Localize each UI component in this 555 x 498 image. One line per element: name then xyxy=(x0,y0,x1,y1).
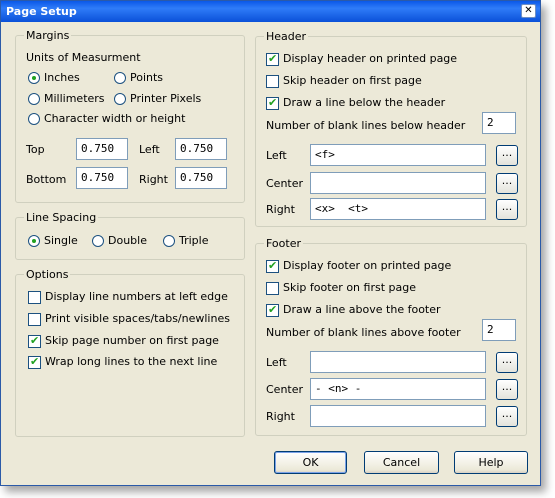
options-legend: Options xyxy=(24,268,71,281)
footer-blank-lines-label: Number of blank lines above footer xyxy=(266,326,461,339)
right-margin-label: Right xyxy=(139,173,168,186)
radio-printer-pixels-label[interactable]: Printer Pixels xyxy=(130,92,201,105)
header-blank-lines-field[interactable]: 2 xyxy=(482,112,516,134)
footer-left-field[interactable] xyxy=(310,351,486,373)
footer-center-label: Center xyxy=(266,383,304,396)
header-left-browse-button[interactable]: ... xyxy=(496,145,518,166)
radio-single-label[interactable]: Single xyxy=(44,234,78,247)
radio-triple[interactable] xyxy=(163,235,175,247)
footer-blank-lines-field[interactable]: 2 xyxy=(482,319,516,341)
checkbox-display-footer[interactable] xyxy=(266,259,279,273)
title-bar[interactable]: Page Setup ✕ xyxy=(1,1,540,22)
header-group: Header Display header on printed page Sk… xyxy=(255,30,527,227)
top-margin-field[interactable]: 0.750 xyxy=(76,138,128,160)
bottom-margin-label: Bottom xyxy=(26,173,67,186)
radio-character-label[interactable]: Character width or height xyxy=(44,112,185,125)
checkbox-visible-spaces-label[interactable]: Print visible spaces/tabs/newlines xyxy=(45,312,230,325)
header-center-browse-button[interactable]: ... xyxy=(496,173,518,194)
checkbox-display-footer-label[interactable]: Display footer on printed page xyxy=(283,259,451,272)
checkbox-header-line-label[interactable]: Draw a line below the header xyxy=(283,96,445,109)
left-margin-label: Left xyxy=(139,143,160,156)
top-margin-label: Top xyxy=(26,143,45,156)
window-title: Page Setup xyxy=(6,5,77,18)
header-left-field[interactable]: <f> xyxy=(310,144,486,166)
margins-legend: Margins xyxy=(24,29,72,42)
options-group: Options Display line numbers at left edg… xyxy=(15,268,245,437)
radio-points-label[interactable]: Points xyxy=(130,71,163,84)
checkbox-visible-spaces[interactable] xyxy=(28,313,41,326)
header-legend: Header xyxy=(264,30,309,43)
header-right-label: Right xyxy=(266,203,295,216)
ok-button[interactable]: OK xyxy=(274,451,347,474)
radio-millimeters[interactable] xyxy=(28,93,40,105)
checkbox-line-numbers-label[interactable]: Display line numbers at left edge xyxy=(45,290,228,303)
footer-left-label: Left xyxy=(266,356,287,369)
checkbox-skip-footer-label[interactable]: Skip footer on first page xyxy=(283,281,416,294)
checkbox-footer-line-label[interactable]: Draw a line above the footer xyxy=(283,303,441,316)
checkbox-display-header[interactable] xyxy=(266,52,279,66)
line-spacing-legend: Line Spacing xyxy=(24,211,99,224)
checkbox-wrap-lines[interactable] xyxy=(28,355,41,369)
checkbox-skip-page-number[interactable] xyxy=(28,334,41,348)
header-right-browse-button[interactable]: ... xyxy=(496,199,518,220)
radio-printer-pixels[interactable] xyxy=(114,93,126,105)
footer-left-browse-button[interactable]: ... xyxy=(496,352,518,373)
footer-legend: Footer xyxy=(264,237,303,250)
header-center-field[interactable] xyxy=(310,172,486,194)
checkbox-skip-page-number-label[interactable]: Skip page number on first page xyxy=(45,334,219,347)
page-setup-dialog: Page Setup ✕ Margins Units of Measurment… xyxy=(0,0,541,486)
footer-right-label: Right xyxy=(266,410,295,423)
left-margin-field[interactable]: 0.750 xyxy=(175,138,227,160)
margins-group: Margins Units of Measurment Inches Point… xyxy=(15,29,245,203)
checkbox-line-numbers[interactable] xyxy=(28,291,41,304)
bottom-margin-field[interactable]: 0.750 xyxy=(76,167,128,189)
radio-inches[interactable] xyxy=(28,72,40,84)
checkbox-wrap-lines-label[interactable]: Wrap long lines to the next line xyxy=(45,355,217,368)
checkbox-display-header-label[interactable]: Display header on printed page xyxy=(283,52,457,65)
radio-single[interactable] xyxy=(28,235,40,247)
checkbox-skip-footer[interactable] xyxy=(266,282,279,295)
cancel-button[interactable]: Cancel xyxy=(364,451,439,474)
radio-double[interactable] xyxy=(92,235,104,247)
help-button[interactable]: Help xyxy=(454,451,528,474)
footer-right-field[interactable] xyxy=(310,405,486,427)
checkbox-skip-header[interactable] xyxy=(266,75,279,88)
footer-center-field[interactable]: - <n> - xyxy=(310,378,486,400)
radio-triple-label[interactable]: Triple xyxy=(179,234,209,247)
footer-center-browse-button[interactable]: ... xyxy=(496,379,518,400)
close-icon[interactable]: ✕ xyxy=(521,4,536,18)
units-label: Units of Measurment xyxy=(26,51,141,64)
header-right-field[interactable]: <x> <t> xyxy=(310,198,486,220)
right-margin-field[interactable]: 0.750 xyxy=(175,167,227,189)
checkbox-skip-header-label[interactable]: Skip header on first page xyxy=(283,74,422,87)
header-blank-lines-label: Number of blank lines below header xyxy=(266,119,466,132)
footer-right-browse-button[interactable]: ... xyxy=(496,406,518,427)
header-center-label: Center xyxy=(266,177,304,190)
radio-points[interactable] xyxy=(114,72,126,84)
footer-group: Footer Display footer on printed page Sk… xyxy=(255,237,527,436)
line-spacing-group: Line Spacing Single Double Triple xyxy=(15,211,245,260)
radio-character[interactable] xyxy=(28,113,40,125)
checkbox-footer-line[interactable] xyxy=(266,303,279,317)
checkbox-header-line[interactable] xyxy=(266,96,279,110)
radio-inches-label[interactable]: Inches xyxy=(44,71,80,84)
radio-millimeters-label[interactable]: Millimeters xyxy=(44,92,105,105)
header-left-label: Left xyxy=(266,149,287,162)
radio-double-label[interactable]: Double xyxy=(108,234,147,247)
